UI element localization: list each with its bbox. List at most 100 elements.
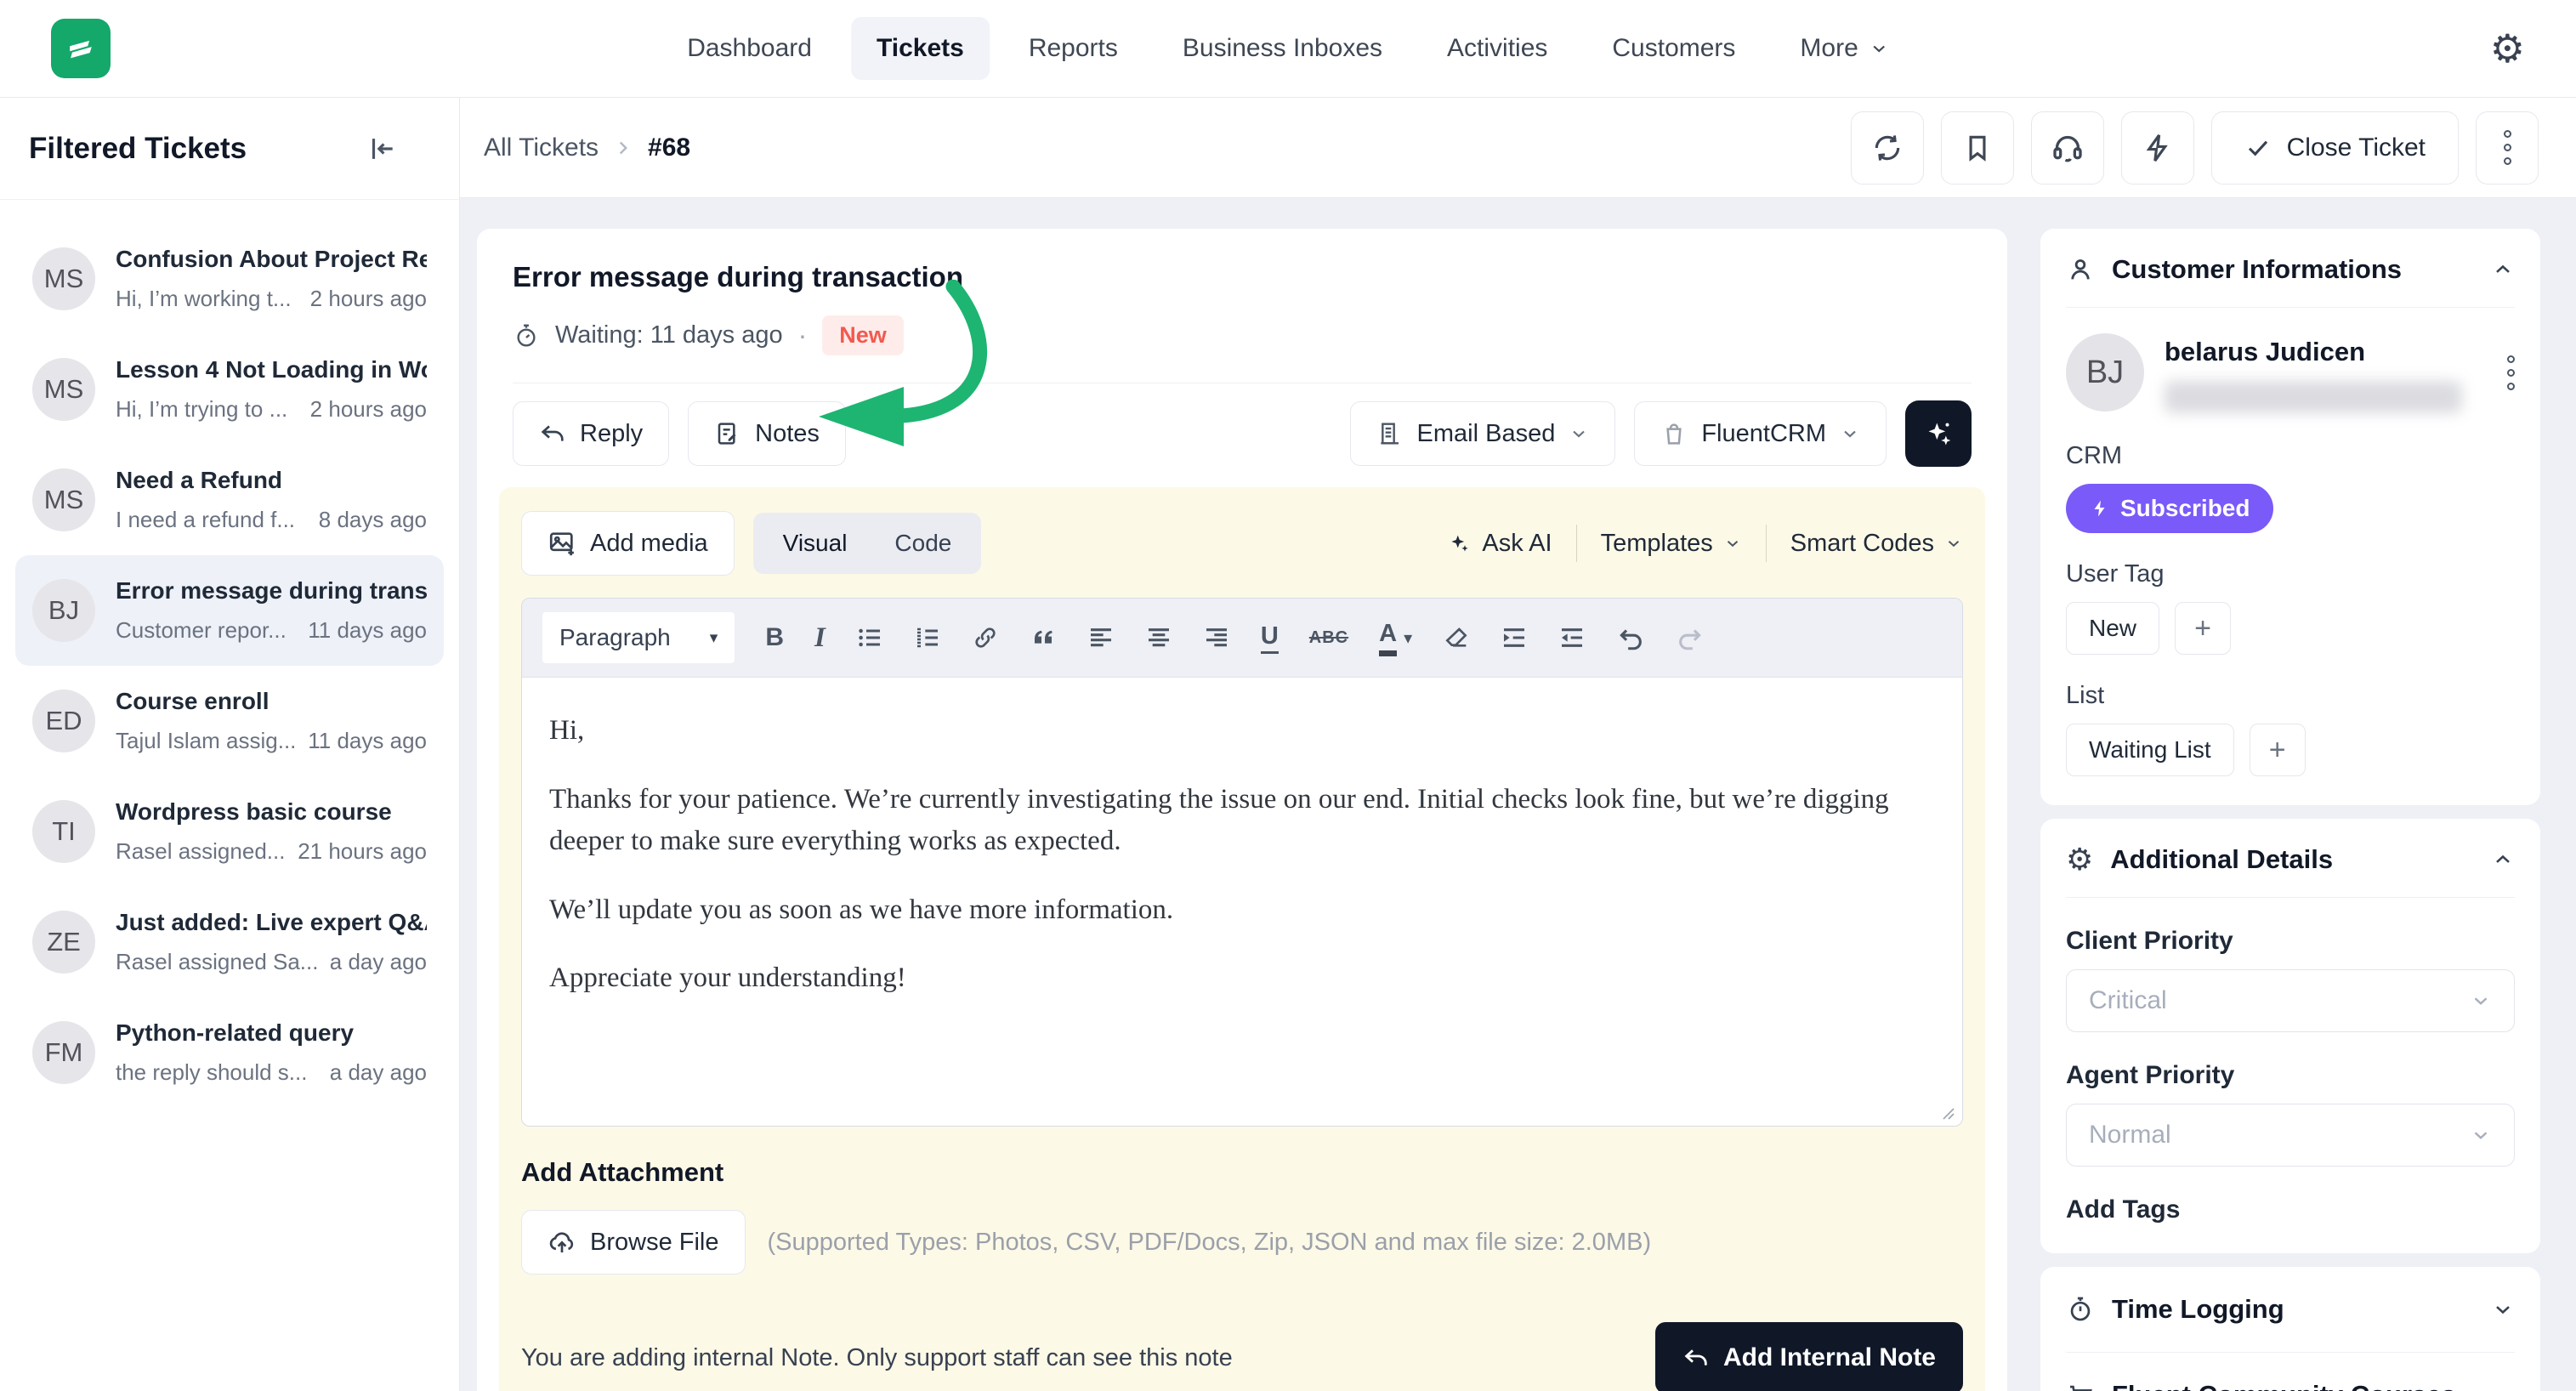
subscribed-badge[interactable]: Subscribed (2066, 484, 2273, 533)
numbered-list-icon (914, 624, 941, 651)
ticket-list-item[interactable]: MS Confusion About Project Req... Hi, I’… (15, 224, 444, 334)
ticket-list-item-selected[interactable]: BJ Error message during transa... Custom… (15, 555, 444, 666)
ticket-list-item[interactable]: ED Course enroll Tajul Islam assig...11 … (15, 666, 444, 776)
nav-item-dashboard[interactable]: Dashboard (661, 17, 837, 80)
avatar: ED (32, 690, 95, 752)
indent-button[interactable] (1501, 624, 1528, 651)
nav-item-activities[interactable]: Activities (1421, 17, 1573, 80)
breadcrumb: All Tickets #68 (484, 133, 690, 162)
note-text-area[interactable]: Hi, Thanks for your patience. We’re curr… (522, 678, 1962, 1126)
additional-details-header[interactable]: ⚙ Additional Details (2066, 819, 2515, 897)
ticket-list-item[interactable]: FM Python-related query the reply should… (15, 997, 444, 1108)
nav-item-customers[interactable]: Customers (1586, 17, 1761, 80)
avatar: MS (32, 468, 95, 531)
internal-note-composer: Add media Visual Code (499, 487, 1985, 1391)
tab-visual[interactable]: Visual (759, 519, 871, 568)
nav-item-business-inboxes[interactable]: Business Inboxes (1157, 17, 1408, 80)
ticket-title: Just added: Live expert Q&A... (116, 909, 427, 936)
avatar: MS (32, 247, 95, 310)
outdent-button[interactable] (1558, 624, 1586, 651)
chevron-down-icon (1569, 423, 1589, 444)
ask-ai-button[interactable]: Ask AI (1446, 530, 1552, 558)
add-internal-note-button[interactable]: Add Internal Note (1655, 1322, 1963, 1391)
text-color-button[interactable]: A ▾ (1379, 620, 1412, 656)
more-options-button[interactable] (2476, 111, 2539, 185)
smart-codes-dropdown[interactable]: Smart Codes (1790, 530, 1963, 558)
italic-button[interactable]: I (814, 622, 826, 654)
nav-item-reports[interactable]: Reports (1003, 17, 1143, 80)
headset-icon (2051, 131, 2085, 165)
reply-button[interactable]: Reply (513, 401, 669, 466)
fluentcrm-select[interactable]: FluentCRM (1634, 401, 1887, 466)
client-priority-select[interactable]: Critical (2066, 969, 2515, 1032)
fluent-support-logo[interactable] (51, 19, 111, 78)
collapse-sidebar-icon[interactable] (366, 133, 398, 165)
top-navbar: Dashboard Tickets Reports Business Inbox… (0, 0, 2576, 98)
underline-button[interactable]: U (1261, 622, 1279, 654)
align-left-button[interactable] (1087, 624, 1115, 651)
ticket-time: 2 hours ago (310, 396, 427, 423)
ticket-list-item[interactable]: MS Lesson 4 Not Loading in Wor... Hi, I’… (15, 334, 444, 445)
customer-options-button[interactable] (2507, 333, 2515, 390)
note-paragraph: Appreciate your understanding! (549, 957, 1935, 1000)
strikethrough-button[interactable]: ABC (1309, 628, 1348, 648)
ticket-preview: Rasel assigned... (116, 838, 285, 865)
agent-priority-select[interactable]: Normal (2066, 1104, 2515, 1167)
bold-button[interactable]: B (765, 623, 784, 652)
undo-button[interactable] (1616, 623, 1645, 652)
nav-item-tickets[interactable]: Tickets (851, 17, 990, 80)
support-agent-button[interactable] (2031, 111, 2104, 185)
blockquote-button[interactable] (1030, 624, 1057, 651)
paragraph-format-select[interactable]: Paragraph ▾ (542, 612, 735, 663)
ticket-card-head: Error message during transaction Waiting… (477, 229, 2007, 383)
customer-informations-header[interactable]: Customer Informations (2066, 229, 2515, 307)
settings-gear-icon[interactable]: ⚙ (2490, 29, 2525, 68)
align-center-icon (1145, 624, 1172, 651)
mailbox-select[interactable]: Email Based (1350, 401, 1616, 466)
add-tag-button[interactable]: + (2175, 602, 2231, 655)
ticket-title: Lesson 4 Not Loading in Wor... (116, 356, 427, 383)
caret-down-icon: ▾ (1404, 627, 1412, 649)
clear-formatting-button[interactable] (1443, 624, 1470, 651)
resize-handle[interactable] (1938, 1104, 1955, 1121)
fluent-community-courses-header[interactable]: Fluent Community Courses (2066, 1352, 2515, 1391)
add-list-button[interactable]: + (2250, 724, 2306, 776)
list-chip[interactable]: Waiting List (2066, 724, 2234, 776)
ai-assistant-button[interactable] (1905, 400, 1972, 467)
bookmark-button[interactable] (1941, 111, 2014, 185)
time-logging-header[interactable]: Time Logging (2066, 1267, 2515, 1352)
templates-dropdown[interactable]: Templates (1601, 530, 1742, 558)
ticket-list-item[interactable]: TI Wordpress basic course Rasel assigned… (15, 776, 444, 887)
numbered-list-button[interactable] (914, 624, 941, 651)
extra-panels-card: Time Logging Fluent Community Courses (2040, 1267, 2540, 1391)
tag-chip[interactable]: New (2066, 602, 2159, 655)
breadcrumb-all-tickets[interactable]: All Tickets (484, 133, 599, 162)
ticket-preview: I need a refund f... (116, 507, 295, 533)
ticket-list-item[interactable]: ZE Just added: Live expert Q&A... Rasel … (15, 887, 444, 997)
refresh-button[interactable] (1851, 111, 1924, 185)
close-ticket-button[interactable]: Close Ticket (2211, 111, 2459, 185)
avatar: ZE (32, 911, 95, 974)
lightning-bolt-icon (2090, 498, 2110, 519)
link-button[interactable] (972, 624, 999, 651)
align-right-icon (1203, 624, 1230, 651)
align-right-button[interactable] (1203, 624, 1230, 651)
composer-footer: You are adding internal Note. Only suppo… (521, 1322, 1963, 1391)
breadcrumb-ticket-number: #68 (648, 133, 690, 162)
tab-code[interactable]: Code (871, 519, 975, 568)
ticket-list-item[interactable]: MS Need a Refund I need a refund f...8 d… (15, 445, 444, 555)
nav-item-more[interactable]: More (1774, 17, 1914, 80)
workflow-button[interactable] (2121, 111, 2194, 185)
align-center-button[interactable] (1145, 624, 1172, 651)
bullet-list-button[interactable] (856, 624, 883, 651)
bullet-list-icon (856, 624, 883, 651)
browse-file-button[interactable]: Browse File (521, 1210, 746, 1275)
outdent-icon (1558, 624, 1586, 651)
ticket-side-panels: Customer Informations BJ belarus Judicen… (2040, 229, 2540, 1391)
add-media-button[interactable]: Add media (521, 511, 735, 576)
ticket-time: 2 hours ago (310, 286, 427, 312)
redo-button[interactable] (1676, 623, 1705, 652)
ticket-time: a day ago (330, 949, 427, 975)
notes-button[interactable]: Notes (688, 401, 846, 466)
stopwatch-icon (513, 322, 540, 349)
